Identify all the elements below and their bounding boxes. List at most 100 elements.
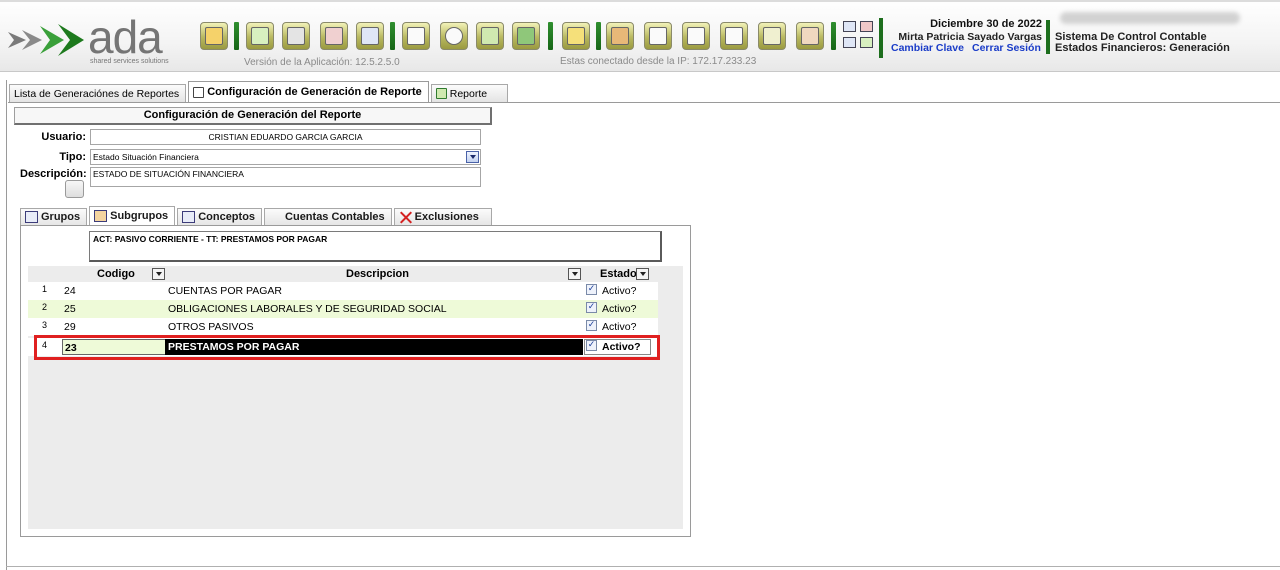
config-panel-title: Configuración de Generación del Reporte [14, 107, 492, 125]
change-password-link[interactable]: Cambiar Clave [891, 42, 964, 54]
search-icon [445, 27, 463, 45]
money-icon [611, 27, 629, 45]
activo-checkbox[interactable]: ✓ [586, 320, 597, 331]
subgroups-icon [94, 210, 108, 222]
tab-divider [8, 102, 1280, 103]
document-icon[interactable] [843, 37, 856, 48]
grid-icon [687, 27, 705, 45]
inner-tab-bar: Grupos Subgrupos Conceptos Cuentas Conta… [20, 206, 494, 489]
descripcion-filter-button[interactable] [568, 268, 581, 280]
column-header-estado[interactable]: Estado [600, 268, 637, 280]
app-version: Versión de la Aplicación: 12.5.2.5.0 [244, 57, 400, 68]
toolbar-separator [596, 22, 601, 50]
tab-subgrupos[interactable]: Subgrupos [89, 206, 176, 225]
app-header: ada shared services solutions Versión de… [0, 0, 1280, 72]
print-button[interactable] [402, 22, 430, 50]
cancel-button[interactable] [320, 22, 348, 50]
codigo-cell[interactable]: 24 [62, 283, 166, 299]
folder-button[interactable] [200, 22, 228, 50]
column-header-descripcion[interactable]: Descripcion [346, 268, 409, 280]
logo-tagline: shared services solutions [90, 58, 169, 65]
add-icon [251, 27, 269, 45]
card-icon[interactable] [860, 37, 873, 48]
descripcion-cell[interactable]: CUENTAS POR PAGAR [165, 283, 583, 299]
tab-report-generations-list[interactable]: Lista de Generaciónes de Reportes [9, 84, 187, 360]
descripcion-cell[interactable]: OBLIGACIONES LABORALES Y DE SEGURIDAD SO… [165, 301, 583, 317]
outer-tab-bar: Lista de Generaciónes de Reportes Config… [9, 81, 510, 360]
tipo-label: Tipo: [59, 151, 86, 163]
table-row[interactable]: 3 29 OTROS PASIVOS ✓ Activo? [28, 318, 658, 336]
save-button[interactable] [282, 22, 310, 50]
settings-button[interactable] [758, 22, 786, 50]
descripcion-cell[interactable]: OTROS PASIVOS [165, 319, 583, 335]
undo-button[interactable] [356, 22, 384, 50]
logout-link[interactable]: Cerrar Sesión [972, 42, 1041, 54]
activo-label: Activo? [602, 321, 637, 333]
users-icon [801, 27, 819, 45]
tab-report[interactable]: Reporte [430, 84, 509, 102]
toolbar-separator [390, 22, 395, 50]
open-button[interactable] [512, 22, 540, 50]
descripcion-edit-button[interactable] [65, 180, 84, 198]
lock-button[interactable] [562, 22, 590, 50]
add-button[interactable] [246, 22, 274, 50]
list-icon[interactable] [843, 21, 856, 32]
descripcion-field[interactable]: ESTADO DE SITUACIÓN FINANCIERA [90, 167, 481, 187]
codigo-filter-button[interactable] [152, 268, 165, 280]
save-icon [287, 27, 305, 45]
grid-button[interactable] [682, 22, 710, 50]
settings-icon [763, 27, 781, 45]
usuario-label: Usuario: [41, 131, 86, 143]
tab-exclusiones[interactable]: Exclusiones [393, 208, 492, 225]
search-button[interactable] [440, 22, 468, 50]
money-button[interactable] [606, 22, 634, 50]
chevron-down-icon [571, 272, 578, 276]
document-icon [193, 86, 205, 98]
flag-icon[interactable] [860, 21, 873, 32]
activo-checkbox[interactable]: ✓ [586, 284, 597, 295]
concepts-icon [182, 211, 196, 223]
tab-label: Lista de Generaciónes de Reportes [14, 87, 180, 100]
users-button[interactable] [796, 22, 824, 50]
codigo-cell[interactable]: 29 [62, 319, 166, 335]
descripcion-label: Descripción: [20, 168, 87, 180]
usuario-field[interactable]: CRISTIAN EDUARDO GARCIA GARCIA [90, 129, 481, 145]
export-button[interactable] [476, 22, 504, 50]
print-icon [407, 27, 425, 45]
camera-button[interactable] [644, 22, 672, 50]
tab-label: Reporte [449, 87, 488, 100]
tab-label: Subgrupos [110, 210, 169, 222]
folder-icon [205, 27, 223, 45]
camera-icon [649, 27, 667, 45]
tab-cuentas-contables[interactable]: Cuentas Contables [264, 208, 392, 489]
tipo-dropdown-button[interactable] [466, 151, 479, 163]
header-separator [879, 18, 883, 58]
table-row[interactable]: 2 25 OBLIGACIONES LABORALES Y DE SEGURID… [28, 300, 658, 318]
chevron-down-icon [639, 272, 646, 276]
cart-button[interactable] [720, 22, 748, 50]
toolbar-separator [234, 22, 239, 50]
chevron-down-icon [155, 272, 162, 276]
header-top-border [0, 0, 1280, 2]
row-number: 1 [42, 284, 48, 294]
activo-label: Activo? [602, 303, 637, 315]
app-window: ada shared services solutions Versión de… [0, 0, 1280, 570]
tab-conceptos[interactable]: Conceptos [177, 208, 263, 225]
row-number: 2 [42, 302, 48, 312]
codigo-cell[interactable]: 25 [62, 301, 166, 317]
tipo-select[interactable]: Estado Situación Financiera [90, 149, 481, 165]
numbered-list-icon [25, 211, 38, 223]
tab-grupos[interactable]: Grupos [20, 208, 88, 225]
tab-report-configuration[interactable]: Configuración de Generación de Reporte [188, 81, 429, 102]
header-separator [1046, 20, 1050, 54]
page-bottom-border [6, 566, 1280, 567]
estado-filter-button[interactable] [636, 268, 649, 280]
table-row[interactable]: 1 24 CUENTAS POR PAGAR ✓ Activo? [28, 282, 658, 300]
activo-checkbox[interactable]: ✓ [586, 302, 597, 313]
lock-icon [567, 27, 585, 45]
logo-arrows-icon [8, 24, 84, 56]
activo-label: Activo? [602, 285, 637, 297]
open-icon [517, 27, 535, 45]
column-header-codigo[interactable]: Codigo [97, 268, 135, 280]
cancel-icon [325, 27, 343, 45]
